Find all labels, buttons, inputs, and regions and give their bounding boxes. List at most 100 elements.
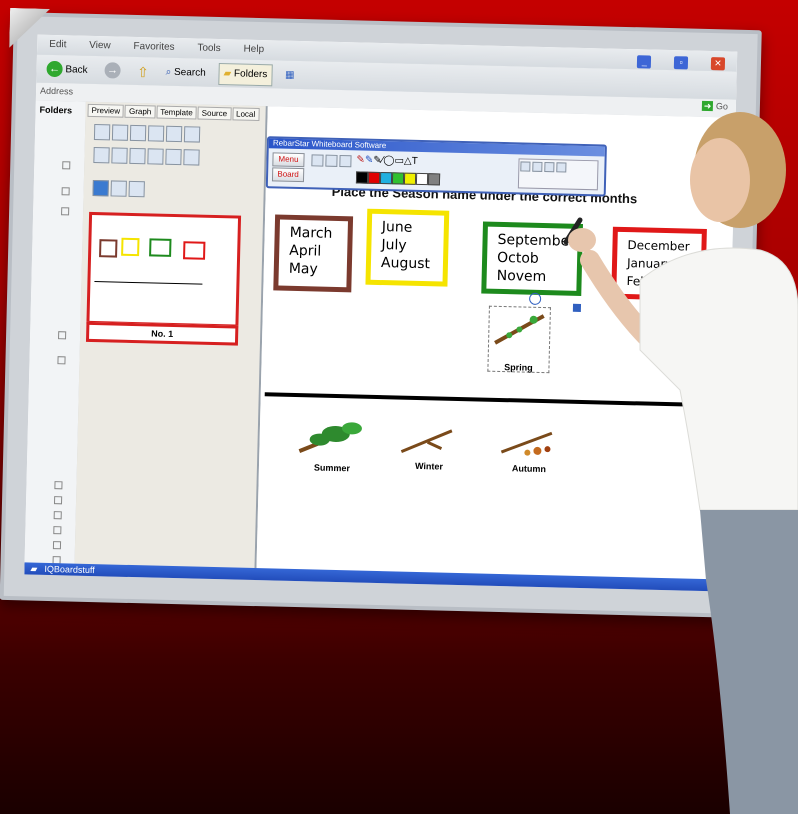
image-icon[interactable]: [93, 146, 110, 164]
new-page-icon[interactable]: [93, 123, 111, 141]
winter-branch-icon: [400, 429, 453, 453]
color-swatch[interactable]: [379, 171, 393, 185]
thumb-box: [149, 238, 172, 257]
thumb-box: [183, 241, 206, 260]
clock-icon[interactable]: [147, 148, 164, 165]
jeans: [700, 510, 798, 814]
views-button[interactable]: ▦: [281, 66, 299, 86]
paste-icon[interactable]: [165, 125, 183, 143]
color-swatch[interactable]: [403, 172, 417, 185]
page-number-label: No. 1: [85, 321, 239, 346]
month-label: April: [289, 242, 322, 260]
menu-item-tools[interactable]: Tools: [197, 42, 221, 54]
winter-card[interactable]: Winter: [397, 424, 462, 473]
menu-button[interactable]: Menu: [272, 152, 305, 168]
menu-item-edit[interactable]: Edit: [49, 39, 66, 50]
cut-icon[interactable]: [147, 125, 165, 142]
board-button[interactable]: Board: [271, 167, 305, 183]
search-icon: ⌕: [165, 66, 172, 78]
up-folder-button[interactable]: ⇧: [133, 62, 153, 82]
month-box-summer[interactable]: June July August: [365, 208, 450, 287]
tool-icons: [310, 153, 352, 173]
tool-icon[interactable]: [339, 154, 352, 168]
forward-button[interactable]: →: [100, 61, 124, 82]
rect-icon[interactable]: ▭: [394, 155, 404, 166]
color-swatch[interactable]: [415, 172, 429, 186]
tab-source[interactable]: Source: [197, 106, 232, 121]
face: [690, 138, 750, 222]
season-label-summer: Summer: [313, 462, 351, 474]
thumb-divider: [94, 281, 203, 285]
shape-icon[interactable]: ◯: [383, 155, 394, 166]
tree-expander[interactable]: [57, 356, 66, 365]
color-swatch[interactable]: [427, 173, 441, 186]
tool-icon[interactable]: [325, 154, 338, 167]
month-label: June: [381, 219, 413, 236]
minimize-icon[interactable]: _: [637, 55, 652, 69]
summer-branch-icon: [298, 422, 362, 453]
back-label: Back: [65, 64, 88, 76]
copy-icon[interactable]: [129, 124, 147, 142]
back-arrow-icon: ←: [46, 61, 63, 78]
thumb-box: [121, 237, 140, 257]
teacher-person: [563, 112, 798, 814]
tab-preview[interactable]: Preview: [87, 103, 125, 118]
tree-expander[interactable]: [61, 187, 70, 196]
pen-icon[interactable]: ✎: [365, 155, 374, 166]
export-icon[interactable]: [183, 149, 200, 166]
folders-button[interactable]: ▰ Folders: [218, 63, 273, 87]
tree-expander[interactable]: [53, 496, 63, 505]
month-label: July: [381, 237, 407, 254]
restore-icon[interactable]: ▫: [674, 56, 689, 70]
globe-icon[interactable]: [129, 147, 146, 165]
summer-card[interactable]: Summer: [295, 417, 370, 474]
month-label: March: [289, 224, 333, 242]
tree-expander[interactable]: [58, 331, 67, 340]
refresh-icon[interactable]: [165, 148, 182, 166]
tool-icon[interactable]: [311, 154, 324, 167]
season-label-winter: Winter: [414, 460, 444, 472]
mode-icon[interactable]: [110, 180, 127, 197]
color-swatch[interactable]: [391, 172, 405, 185]
sweater: [639, 247, 798, 511]
text-icon[interactable]: T: [412, 156, 418, 167]
back-button[interactable]: ← Back: [42, 60, 91, 81]
mode-icon[interactable]: [92, 179, 109, 197]
menu-item-help[interactable]: Help: [243, 44, 264, 55]
tab-graph[interactable]: Graph: [124, 104, 156, 119]
folder-icon: ▰: [223, 68, 232, 80]
color-swatch[interactable]: [355, 171, 369, 184]
open-icon[interactable]: [111, 124, 129, 141]
tree-expander[interactable]: [54, 481, 63, 490]
tree-expander[interactable]: [62, 161, 71, 170]
preview-panel: Preview Graph Template Source Local No. 1: [74, 101, 268, 581]
tree-expander[interactable]: [52, 541, 62, 550]
page-thumbnail[interactable]: [86, 211, 242, 328]
mode-icon[interactable]: [128, 180, 145, 198]
save-icon[interactable]: [183, 126, 201, 143]
menu-item-favorites[interactable]: Favorites: [133, 41, 174, 53]
tree-expander[interactable]: [61, 207, 70, 216]
tree-expander[interactable]: [53, 526, 62, 535]
hand: [568, 228, 596, 252]
tab-template[interactable]: Template: [156, 105, 197, 120]
pen-tools: ✎✎✎⁄◯▭△T: [356, 154, 418, 166]
thumb-box: [99, 239, 118, 258]
taskbar-folder-icon: ▰: [30, 563, 38, 574]
folders-header: Folders: [39, 104, 73, 116]
search-label: Search: [173, 66, 206, 79]
panel-mode-icons: [91, 179, 256, 206]
close-icon[interactable]: ✕: [710, 57, 726, 71]
views-grid-icon: ▦: [284, 69, 295, 81]
menu-item-view[interactable]: View: [89, 40, 111, 52]
tree-expander[interactable]: [53, 511, 62, 520]
tab-local[interactable]: Local: [231, 107, 260, 122]
month-label: May: [288, 260, 318, 278]
month-box-spring[interactable]: March April May: [273, 214, 354, 293]
search-button[interactable]: ⌕ Search: [161, 63, 210, 84]
delete-icon[interactable]: [111, 147, 128, 164]
month-label: August: [380, 255, 431, 273]
color-swatch[interactable]: [367, 171, 381, 184]
window-controls: _ ▫ ✕: [625, 51, 733, 71]
taskbar-item[interactable]: IQBoardstuff: [44, 564, 95, 575]
